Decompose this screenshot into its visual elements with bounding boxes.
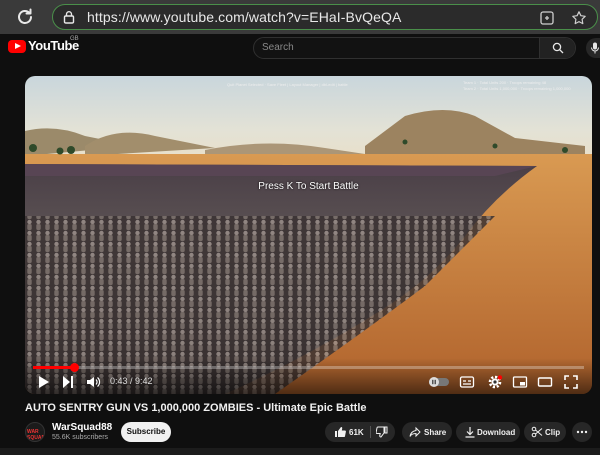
search-button[interactable] (539, 38, 575, 58)
fullscreen-icon[interactable] (563, 374, 579, 390)
channel-actions-row: WAR SQUAD WarSquad88 55.6K subscribers S… (0, 420, 600, 450)
clip-label: Clip (545, 428, 561, 437)
video-overlay-text: Press K To Start Battle (258, 181, 359, 192)
thumbs-up-icon (335, 427, 346, 437)
download-button[interactable]: Download (456, 422, 520, 442)
share-icon (409, 426, 421, 438)
description-box-edge (0, 448, 600, 455)
subscribe-button[interactable]: Subscribe (121, 422, 171, 442)
browser-toolbar: https://www.youtube.com/watch?v=EHaI-BvQ… (0, 0, 600, 34)
play-icon[interactable] (37, 374, 51, 390)
like-count: 61K (349, 428, 364, 437)
microphone-icon (591, 42, 599, 54)
autoplay-toggle-icon[interactable] (428, 374, 450, 390)
volume-icon[interactable] (85, 374, 101, 390)
settings-gear-icon[interactable] (487, 374, 503, 390)
voice-search-button[interactable] (586, 38, 600, 58)
lock-icon[interactable] (62, 10, 76, 24)
app-available-icon[interactable] (539, 10, 555, 26)
like-button[interactable]: 61K (325, 422, 370, 442)
hud-team1: Team 1 · Total Units 200 · Troops remain… (463, 80, 547, 85)
video-frame (25, 76, 592, 394)
share-label: Share (424, 428, 447, 437)
video-player[interactable]: Quit Planet Selected · Save Fleet | Layo… (25, 76, 592, 394)
theater-mode-icon[interactable] (537, 374, 553, 390)
refresh-icon[interactable] (14, 6, 36, 28)
search-input[interactable]: Search (262, 42, 294, 53)
hud-top-bar: Quit Planet Selected · Save Fleet | Layo… (227, 82, 348, 87)
channel-name[interactable]: WarSquad88 (52, 422, 112, 433)
time-display: 0:43 / 9:42 (110, 376, 153, 386)
more-horizontal-icon (576, 430, 588, 434)
video-title: AUTO SENTRY GUN VS 1,000,000 ZOMBIES - U… (25, 402, 367, 414)
progress-scrubber[interactable] (69, 363, 79, 372)
favorite-star-icon[interactable] (571, 10, 587, 26)
more-actions-button[interactable] (572, 422, 592, 442)
download-label: Download (477, 428, 516, 437)
channel-avatar[interactable]: WAR SQUAD (25, 422, 45, 442)
time-current: 0:43 (110, 376, 128, 386)
like-dislike-group: 61K (325, 422, 395, 442)
player-controls: 0:43 / 9:42 (25, 358, 592, 394)
search-icon (552, 42, 564, 54)
youtube-logo[interactable]: YouTube GB (8, 36, 79, 58)
scissors-icon (531, 426, 543, 438)
logo-region: GB (70, 36, 79, 42)
youtube-header: YouTube GB Search (0, 34, 600, 62)
download-icon (465, 427, 475, 438)
subscriber-count: 55.6K subscribers (52, 434, 109, 441)
subtitles-icon[interactable] (459, 374, 475, 390)
url-text[interactable]: https://www.youtube.com/watch?v=EHaI-BvQ… (87, 9, 401, 25)
time-separator: / (127, 376, 136, 386)
search-box[interactable]: Search (253, 37, 576, 59)
next-icon[interactable] (61, 374, 75, 390)
dislike-button[interactable] (371, 422, 395, 442)
youtube-play-icon (8, 40, 26, 53)
progress-fill (33, 366, 74, 369)
avatar-logo-text: WAR SQUAD (27, 429, 45, 441)
clip-button[interactable]: Clip (524, 422, 566, 442)
progress-bar[interactable] (33, 363, 584, 372)
miniplayer-icon[interactable] (512, 374, 528, 390)
time-total: 9:42 (135, 376, 153, 386)
share-button[interactable]: Share (402, 422, 452, 442)
thumbs-down-icon (376, 426, 388, 438)
hud-team2: Team 2 · Total Units 1,000,000 · Troops … (463, 86, 571, 91)
address-bar[interactable]: https://www.youtube.com/watch?v=EHaI-BvQ… (52, 4, 598, 30)
